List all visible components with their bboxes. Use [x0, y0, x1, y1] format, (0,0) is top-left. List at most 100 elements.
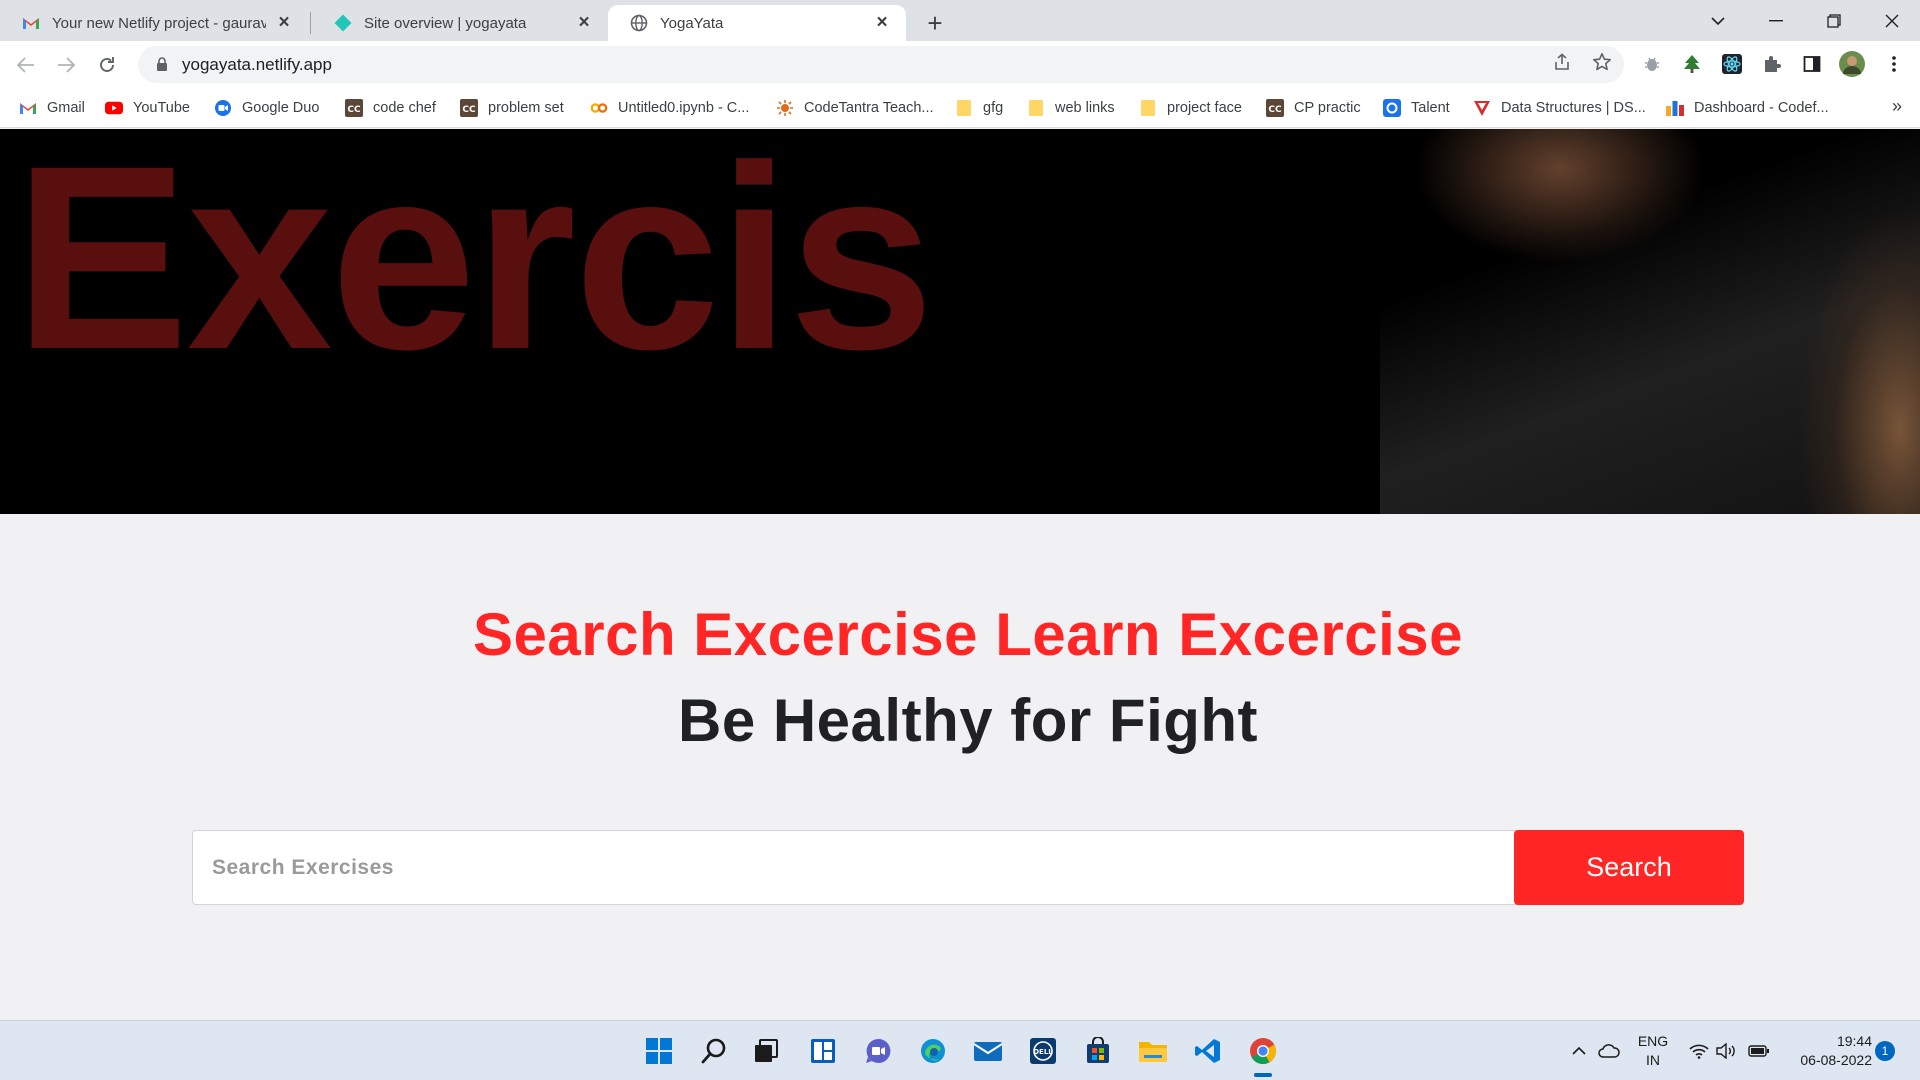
bookmark-folder-gfg[interactable]: gfg — [955, 97, 1003, 119]
codeforces-icon — [1666, 99, 1684, 117]
codechef-icon: CC — [1266, 99, 1284, 117]
bookmark-gmail[interactable]: Gmail — [19, 97, 85, 119]
codechef-icon: CC — [345, 99, 363, 117]
clock-time: 19:44 — [1836, 1033, 1872, 1049]
dell-icon[interactable]: DELL — [1025, 1033, 1061, 1069]
tab-netlify-email[interactable]: Your new Netlify project - gaurav × — [0, 5, 308, 41]
bookmark-codetantra[interactable]: CodeTantra Teach... — [776, 97, 934, 119]
mail-icon[interactable] — [970, 1033, 1006, 1069]
chrome-icon[interactable] — [1245, 1033, 1281, 1069]
wifi-icon[interactable] — [1687, 1040, 1711, 1062]
search-button[interactable]: Search — [1514, 830, 1744, 905]
browser-menu-icon[interactable] — [1879, 49, 1909, 79]
bookmark-cp-practic[interactable]: CC CP practic — [1266, 97, 1361, 119]
google-duo-icon — [214, 99, 232, 117]
headline-secondary: Be Healthy for Fight — [677, 687, 1259, 754]
volume-icon[interactable] — [1715, 1040, 1739, 1062]
new-tab-button[interactable]: + — [920, 8, 950, 38]
bookmark-label: Gmail — [47, 100, 85, 116]
folder-icon — [1139, 99, 1157, 117]
tab-title: Site overview | yogayata — [364, 14, 527, 32]
netlify-icon — [334, 14, 352, 32]
system-clock[interactable]: 19:44 06-08-2022 — [1782, 1032, 1872, 1070]
browser-toolbar: yogayata.netlify.app — [0, 41, 1920, 88]
extensions-puzzle-icon[interactable] — [1757, 49, 1787, 79]
url-text[interactable]: yogayata.netlify.app — [182, 55, 332, 75]
bookmark-code-chef[interactable]: CC code chef — [345, 97, 436, 119]
store-icon[interactable] — [1080, 1033, 1116, 1069]
active-app-indicator — [1254, 1073, 1272, 1077]
talent-icon — [1383, 99, 1401, 117]
more-bookmarks-button[interactable]: » — [1892, 96, 1902, 117]
svg-text:DELL: DELL — [1033, 1048, 1053, 1056]
side-panel-icon[interactable] — [1797, 49, 1827, 79]
battery-icon[interactable] — [1747, 1040, 1771, 1062]
widgets-icon[interactable] — [805, 1033, 841, 1069]
tab-yogayata[interactable]: YogaYata × — [608, 5, 906, 41]
teams-chat-icon[interactable] — [860, 1033, 896, 1069]
file-explorer-icon[interactable] — [1135, 1033, 1171, 1069]
lock-icon[interactable] — [152, 55, 172, 75]
bookmark-folder-project-face[interactable]: project face — [1139, 97, 1242, 119]
language-code: ENG — [1637, 1033, 1669, 1049]
tab-search-icon[interactable] — [1692, 0, 1744, 41]
bookmark-problem-set[interactable]: CC problem set — [460, 97, 564, 119]
bookmark-google-duo[interactable]: Google Duo — [214, 97, 319, 119]
bookmark-label: Data Structures | DS... — [1501, 100, 1646, 116]
bookmark-folder-web-links[interactable]: web links — [1027, 97, 1115, 119]
edge-icon[interactable] — [915, 1033, 951, 1069]
gmail-icon — [22, 14, 40, 32]
close-tab-icon[interactable]: × — [574, 12, 594, 33]
minimize-window-button[interactable] — [1750, 0, 1802, 41]
region-code: IN — [1646, 1052, 1660, 1068]
html-extension-icon[interactable] — [1677, 49, 1707, 79]
bug-extension-icon[interactable] — [1637, 49, 1667, 79]
task-view-icon[interactable] — [748, 1033, 784, 1069]
bookmark-label: Google Duo — [242, 100, 320, 116]
reload-icon[interactable] — [91, 49, 123, 81]
show-hidden-icons-chevron-icon[interactable] — [1567, 1040, 1591, 1062]
bookmark-codeforces-dashboard[interactable]: Dashboard - Codef... — [1666, 97, 1829, 119]
hero-title: Exercis — [14, 129, 934, 404]
windows-start-icon[interactable] — [641, 1033, 677, 1069]
bookmark-youtube[interactable]: YouTube — [105, 97, 190, 119]
search-bar: Search — [192, 830, 1744, 905]
bookmark-label: Dashboard - Codef... — [1694, 100, 1829, 116]
hero-banner: Exercis — [0, 129, 1920, 514]
back-icon[interactable] — [10, 49, 42, 81]
share-icon[interactable] — [1546, 46, 1578, 78]
forward-icon[interactable] — [50, 49, 82, 81]
bookmark-label: CodeTantra Teach... — [804, 100, 934, 116]
svg-text:CC: CC — [347, 105, 361, 115]
close-tab-icon[interactable]: × — [274, 12, 294, 33]
gmail-icon — [19, 99, 37, 117]
bookmark-star-icon[interactable] — [1586, 46, 1618, 78]
react-devtools-icon[interactable] — [1717, 49, 1747, 79]
search-icon[interactable] — [696, 1033, 732, 1069]
bookmark-colab[interactable]: Untitled0.ipynb - C... — [590, 97, 749, 119]
tab-separator — [310, 12, 311, 34]
address-bar[interactable]: yogayata.netlify.app — [138, 46, 1624, 83]
ds-icon — [1473, 99, 1491, 117]
svg-text:CC: CC — [1268, 105, 1282, 115]
restore-window-button[interactable] — [1808, 0, 1860, 41]
input-language-indicator[interactable]: ENG IN — [1636, 1032, 1670, 1070]
bookmark-label: problem set — [488, 100, 564, 116]
vscode-icon[interactable] — [1190, 1033, 1226, 1069]
bookmark-label: gfg — [983, 100, 1004, 116]
search-exercises-input[interactable] — [192, 830, 1522, 905]
bookmark-label: project face — [1167, 100, 1242, 116]
browser-tab-strip: Your new Netlify project - gaurav × Site… — [0, 0, 1920, 41]
onedrive-cloud-icon[interactable] — [1597, 1040, 1621, 1062]
bookmark-talent[interactable]: Talent — [1383, 97, 1450, 119]
tab-site-overview[interactable]: Site overview | yogayata × — [312, 5, 608, 41]
notification-badge[interactable]: 1 — [1875, 1041, 1895, 1061]
windows-taskbar: DELL ENG IN 19:44 06-08-2022 1 — [0, 1020, 1920, 1080]
profile-avatar[interactable] — [1837, 49, 1867, 79]
codechef-icon: CC — [460, 99, 478, 117]
bookmark-data-structures[interactable]: Data Structures | DS... — [1473, 97, 1646, 119]
bookmark-label: YouTube — [133, 100, 190, 116]
close-tab-icon[interactable]: × — [872, 12, 892, 33]
close-window-button[interactable] — [1866, 0, 1918, 41]
colab-icon — [590, 99, 608, 117]
